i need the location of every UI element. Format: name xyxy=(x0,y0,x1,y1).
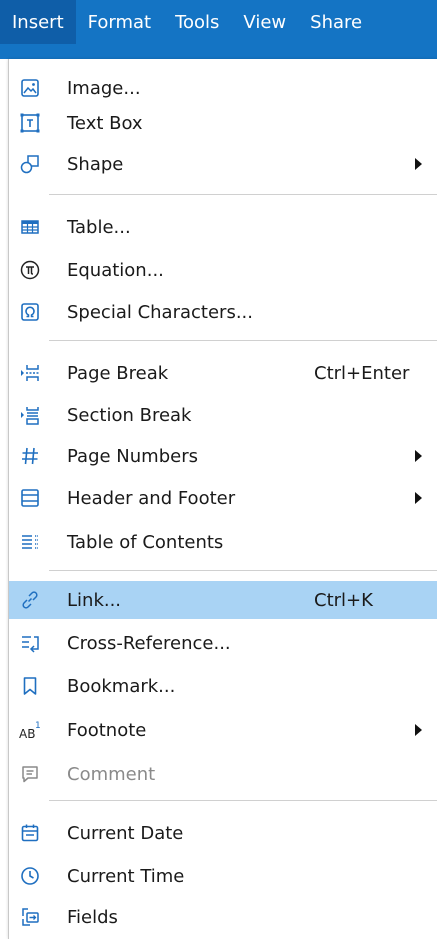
comment-icon xyxy=(17,761,43,787)
submenu-arrow-icon xyxy=(415,492,422,504)
menu-item-label: Image... xyxy=(67,77,141,99)
separator xyxy=(49,340,437,341)
menu-item-table[interactable]: Table... xyxy=(9,208,437,246)
shortcut-label: Ctrl+Enter xyxy=(314,362,410,384)
menu-item-label: Footnote xyxy=(67,719,147,741)
menu-item-bookmark[interactable]: Bookmark... xyxy=(9,667,437,705)
submenu-arrow-icon xyxy=(415,450,422,462)
page-numbers-icon xyxy=(17,443,43,469)
footnote-icon: AB 1 xyxy=(17,717,43,743)
menu-item-label: Page Numbers xyxy=(67,445,198,467)
menu-item-header-and-footer[interactable]: Header and Footer xyxy=(9,479,437,517)
menu-item-page-break[interactable]: Page Break Ctrl+Enter xyxy=(9,354,437,392)
menu-item-label: Equation... xyxy=(67,259,164,281)
menu-item-image[interactable]: Image... xyxy=(9,69,437,107)
menu-item-section-break[interactable]: Section Break xyxy=(9,396,437,434)
menu-item-label: Comment xyxy=(67,763,156,785)
menu-view[interactable]: View xyxy=(231,0,298,44)
menu-item-label: Header and Footer xyxy=(67,487,236,509)
table-icon xyxy=(17,214,43,240)
menu-item-comment[interactable]: Comment xyxy=(9,755,437,793)
menu-item-label: Text Box xyxy=(67,112,143,134)
image-icon xyxy=(17,75,43,101)
menu-item-label: Current Date xyxy=(67,822,184,844)
menu-bar: Insert Format Tools View Share xyxy=(0,0,437,59)
separator xyxy=(49,570,437,571)
menu-item-equation[interactable]: Equation... xyxy=(9,251,437,289)
insert-dropdown-menu: Image... Text Box Shape Table... Equatio… xyxy=(8,59,437,939)
equation-icon xyxy=(17,257,43,283)
submenu-arrow-icon xyxy=(415,724,422,736)
menu-item-text-box[interactable]: Text Box xyxy=(9,104,437,142)
separator xyxy=(49,800,437,801)
fields-icon xyxy=(17,904,43,930)
bookmark-icon xyxy=(17,673,43,699)
special-characters-icon xyxy=(17,299,43,325)
menu-item-label: Table... xyxy=(67,216,131,238)
menu-item-link[interactable]: Link... Ctrl+K xyxy=(9,581,437,619)
menu-item-label: Cross-Reference... xyxy=(67,632,231,654)
menu-insert[interactable]: Insert xyxy=(0,0,76,44)
header-footer-icon xyxy=(17,485,43,511)
menu-item-footnote[interactable]: AB 1 Footnote xyxy=(9,711,437,749)
menu-item-label: Special Characters... xyxy=(67,301,253,323)
menu-item-label: Bookmark... xyxy=(67,675,176,697)
menu-item-shape[interactable]: Shape xyxy=(9,145,437,183)
text-box-icon xyxy=(17,110,43,136)
menu-format[interactable]: Format xyxy=(76,0,163,44)
menu-item-label: Link... xyxy=(67,589,122,611)
section-break-icon xyxy=(17,402,43,428)
separator xyxy=(49,194,437,195)
menu-item-current-date[interactable]: Current Date xyxy=(9,814,437,852)
menu-item-table-of-contents[interactable]: Table of Contents xyxy=(9,523,437,561)
menu-item-label: Table of Contents xyxy=(67,531,224,553)
shape-icon xyxy=(17,151,43,177)
calendar-icon xyxy=(17,820,43,846)
menu-item-label: Section Break xyxy=(67,404,192,426)
menu-item-label: Fields xyxy=(67,906,118,928)
menu-item-special-characters[interactable]: Special Characters... xyxy=(9,293,437,331)
submenu-arrow-icon xyxy=(415,158,422,170)
menu-item-label: Current Time xyxy=(67,865,185,887)
clock-icon xyxy=(17,863,43,889)
svg-text:1: 1 xyxy=(35,721,41,731)
menu-tools[interactable]: Tools xyxy=(163,0,231,44)
menu-share[interactable]: Share xyxy=(298,0,374,44)
menu-item-page-numbers[interactable]: Page Numbers xyxy=(9,437,437,475)
cross-reference-icon xyxy=(17,630,43,656)
menu-item-label: Shape xyxy=(67,153,124,175)
svg-text:AB: AB xyxy=(19,727,35,741)
menu-item-cross-reference[interactable]: Cross-Reference... xyxy=(9,624,437,662)
table-of-contents-icon xyxy=(17,529,43,555)
menu-item-current-time[interactable]: Current Time xyxy=(9,857,437,895)
shortcut-label: Ctrl+K xyxy=(314,589,373,611)
menu-item-fields[interactable]: Fields xyxy=(9,898,437,936)
link-icon xyxy=(17,587,43,613)
page-break-icon xyxy=(17,360,43,386)
